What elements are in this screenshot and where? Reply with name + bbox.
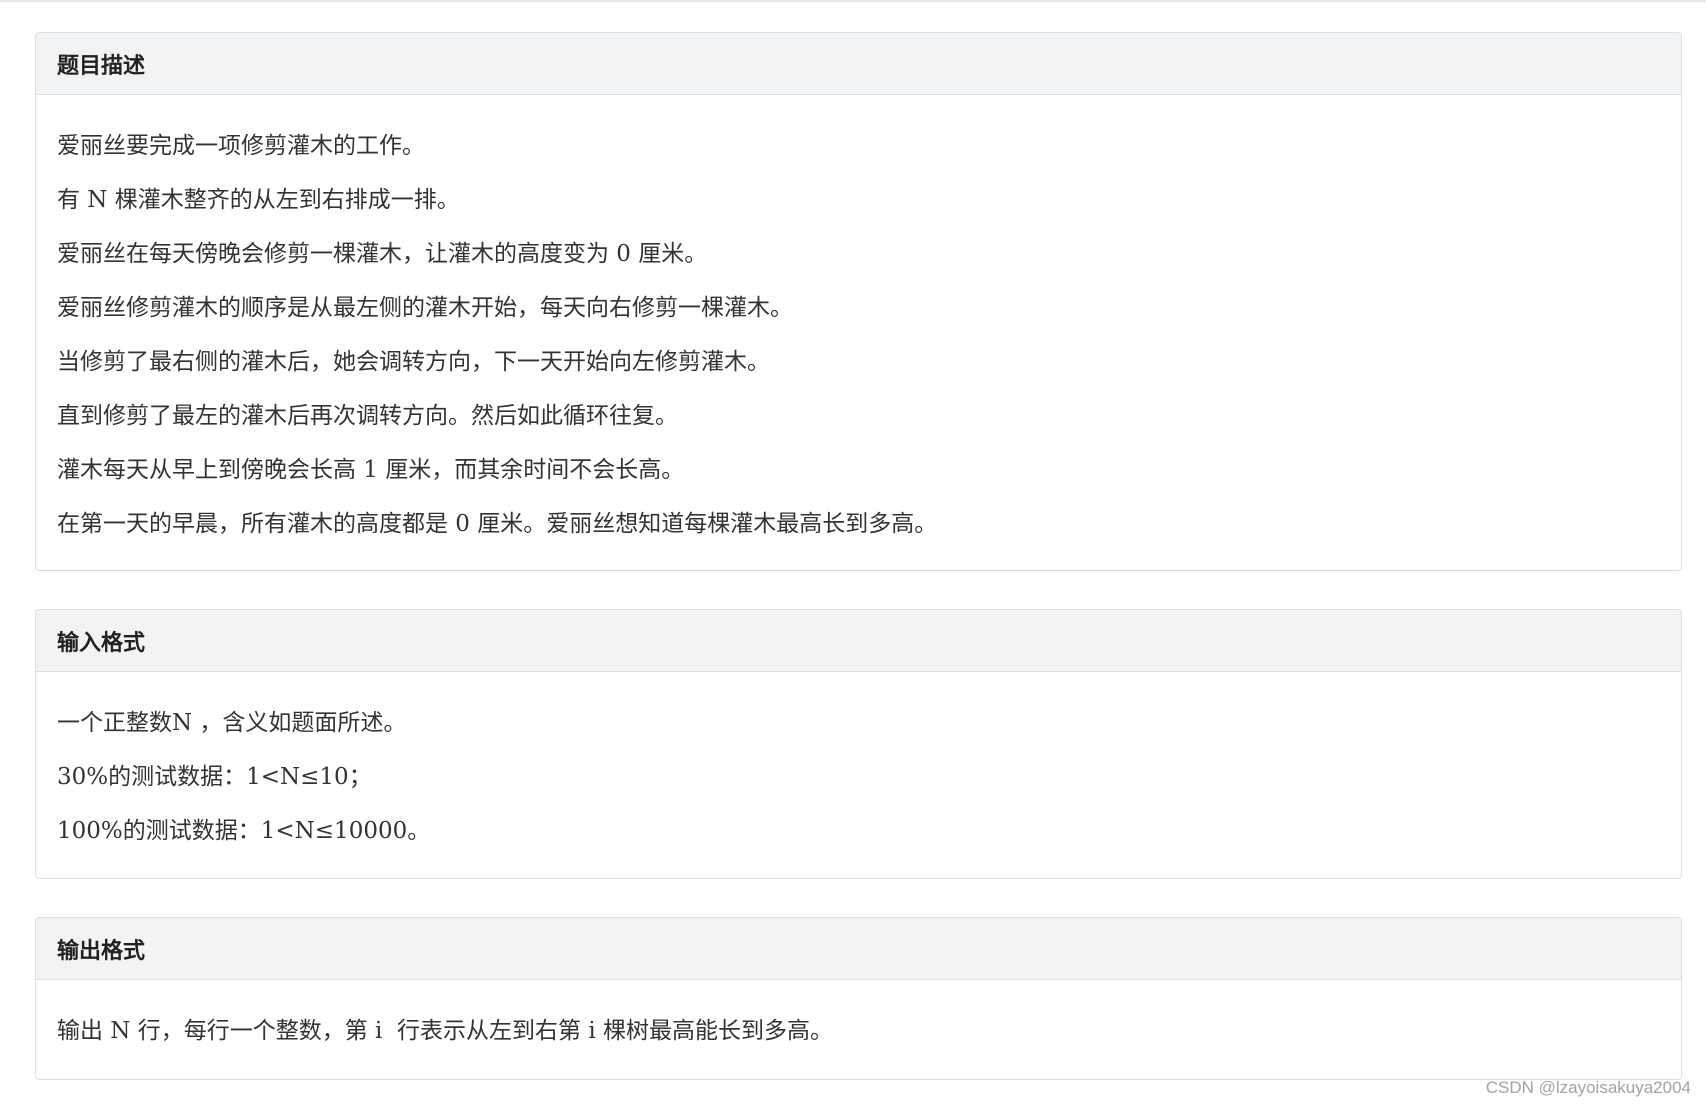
description-title: 题目描述 — [57, 53, 146, 79]
output-format-line: 输出 N 行，每行一个整数，第 i 行表示从左到右第 i 棵树最高能长到多高。 — [57, 1018, 834, 1044]
description-line: 爱丽丝在每天傍晚会修剪一棵灌木，让灌木的高度变为 0 厘米。 — [57, 241, 708, 267]
output-format-header: 输出格式 — [36, 918, 1681, 980]
description-line: 灌木每天从早上到傍晚会长高 1 厘米，而其余时间不会长高。 — [57, 457, 685, 483]
output-format-panel: 输出格式 输出 N 行，每行一个整数，第 i 行表示从左到右第 i 棵树最高能长… — [35, 917, 1682, 1080]
input-format-line: 100%的测试数据：1<N≤10000。 — [57, 818, 431, 844]
output-format-body: 输出 N 行，每行一个整数，第 i 行表示从左到右第 i 棵树最高能长到多高。 — [36, 980, 1681, 1058]
input-format-panel: 输入格式 一个正整数N ，含义如题面所述。 30%的测试数据：1<N≤10； 1… — [35, 609, 1682, 879]
description-panel: 题目描述 爱丽丝要完成一项修剪灌木的工作。 有 N 棵灌木整齐的从左到右排成一排… — [35, 32, 1682, 571]
output-format-title: 输出格式 — [57, 938, 146, 964]
watermark: CSDN @lzayoisakuya2004 — [1485, 1078, 1691, 1097]
input-format-body: 一个正整数N ，含义如题面所述。 30%的测试数据：1<N≤10； 100%的测… — [36, 672, 1681, 858]
description-line: 有 N 棵灌木整齐的从左到右排成一排。 — [57, 187, 460, 213]
input-format-title: 输入格式 — [57, 630, 146, 656]
input-format-line: 30%的测试数据：1<N≤10； — [57, 764, 372, 790]
description-line: 爱丽丝要完成一项修剪灌木的工作。 — [57, 133, 425, 159]
top-divider — [0, 0, 1706, 2]
input-format-line: 一个正整数N ，含义如题面所述。 — [57, 710, 407, 736]
input-format-header: 输入格式 — [36, 610, 1681, 672]
description-body: 爱丽丝要完成一项修剪灌木的工作。 有 N 棵灌木整齐的从左到右排成一排。 爱丽丝… — [36, 95, 1681, 551]
description-line: 爱丽丝修剪灌木的顺序是从最左侧的灌木开始，每天向右修剪一棵灌木。 — [57, 295, 793, 321]
description-line: 当修剪了最右侧的灌木后，她会调转方向，下一天开始向左修剪灌木。 — [57, 349, 770, 375]
description-line: 直到修剪了最左的灌木后再次调转方向。然后如此循环往复。 — [57, 403, 678, 429]
description-header: 题目描述 — [36, 33, 1681, 95]
description-line: 在第一天的早晨，所有灌木的高度都是 0 厘米。爱丽丝想知道每棵灌木最高长到多高。 — [57, 511, 938, 537]
